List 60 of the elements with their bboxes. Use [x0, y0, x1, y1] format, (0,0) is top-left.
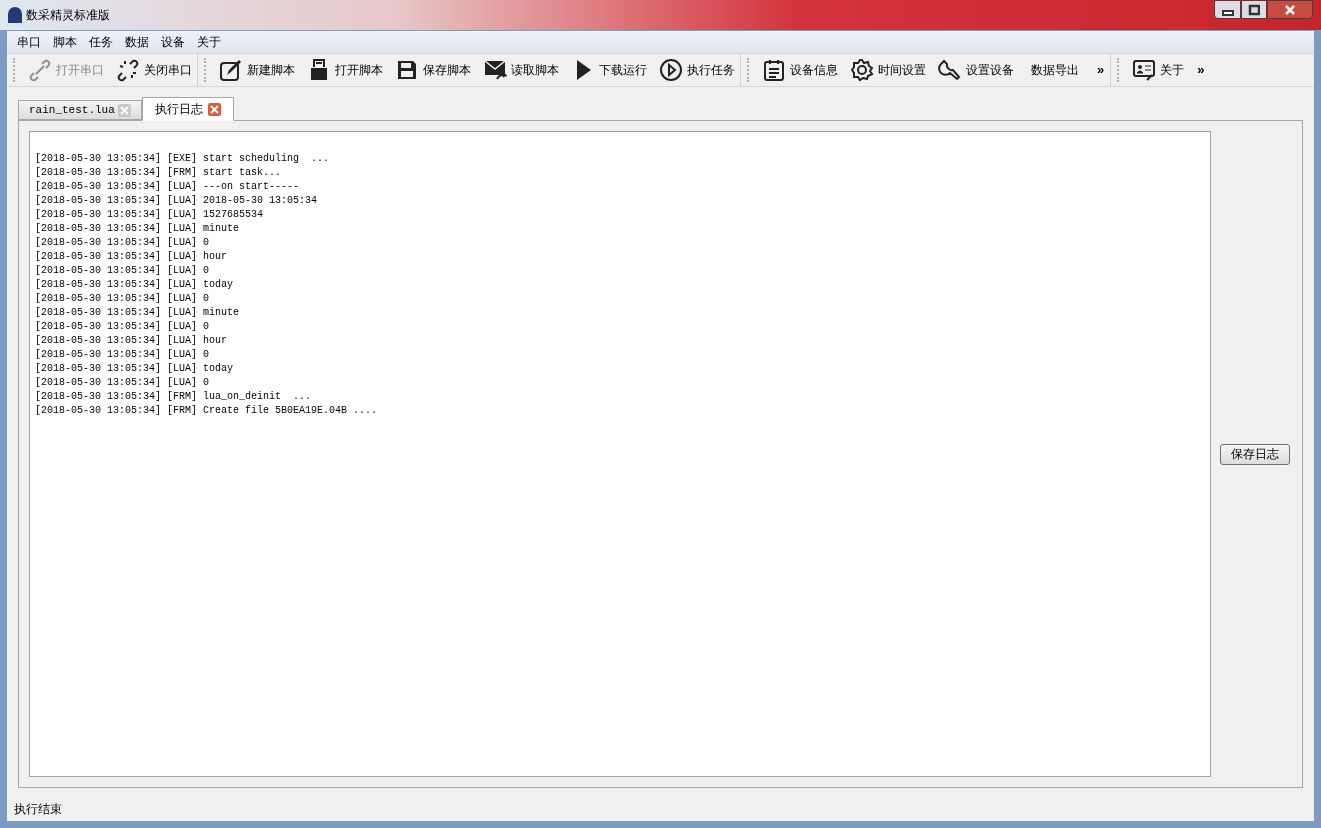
menu-item[interactable]: 关于: [191, 33, 227, 51]
toolbar-button[interactable]: 设备信息: [757, 56, 843, 84]
log-line: [2018-05-30 13:05:34] [LUA] 1527685534: [35, 208, 264, 222]
tab[interactable]: rain_test.lua: [18, 100, 142, 120]
toolbar-button[interactable]: 保存脚本: [390, 56, 476, 84]
log-line: [2018-05-30 13:05:34] [LUA] 0: [35, 376, 210, 390]
toolbar-button[interactable]: 设置设备: [933, 56, 1019, 84]
toolbar-button[interactable]: 读取脚本: [478, 56, 564, 84]
minimize-icon: [1221, 9, 1234, 16]
log-line: [2018-05-30 13:05:34] [LUA] minute: [35, 306, 240, 320]
pen-icon: [219, 58, 243, 82]
envelope-icon: [483, 58, 507, 82]
log-line: [2018-05-30 13:05:34] [LUA] 0: [35, 292, 210, 306]
tab[interactable]: 执行日志: [141, 97, 234, 121]
toolbar-button[interactable]: 数据导出: [1021, 56, 1089, 84]
menu-item[interactable]: 串口: [11, 33, 47, 51]
id-card-icon: [1132, 58, 1157, 82]
close-button[interactable]: [1267, 0, 1313, 19]
log-line: [2018-05-30 13:05:34] [LUA] 0: [35, 236, 210, 250]
maximize-icon: [1248, 3, 1260, 16]
clipboard-icon: [762, 58, 786, 82]
log-line: [2018-05-30 13:05:34] [LUA] 0: [35, 320, 210, 334]
log-line: [2018-05-30 13:05:34] [LUA] minute: [35, 222, 240, 236]
toolbar-button[interactable]: 关于: [1127, 56, 1190, 84]
log-line: [2018-05-30 13:05:34] [LUA] 0: [35, 264, 210, 278]
window-title: 数采精灵标准版: [26, 7, 110, 24]
log-line: [2018-05-30 13:05:34] [LUA] today: [35, 362, 234, 376]
link-icon: [28, 58, 52, 82]
menu-item[interactable]: 任务: [83, 33, 119, 51]
save-log-button[interactable]: 保存日志: [1219, 443, 1290, 465]
menu-item[interactable]: 设备: [155, 33, 191, 51]
menu-item[interactable]: 数据: [119, 33, 155, 51]
gear-icon: [850, 58, 874, 82]
broken-link-icon: [116, 58, 140, 82]
log-line: [2018-05-30 13:05:34] [FRM] start task...: [35, 166, 282, 180]
toolbar-button[interactable]: 关闭串口: [111, 56, 197, 84]
close-icon: [1284, 3, 1296, 16]
maximize-button[interactable]: [1241, 0, 1267, 19]
minimize-button[interactable]: [1214, 0, 1241, 19]
menu-item[interactable]: 脚本: [47, 33, 83, 51]
log-line: [2018-05-30 13:05:34] [LUA] hour: [35, 250, 228, 264]
log-line: [2018-05-30 13:05:34] [LUA] today: [35, 278, 234, 292]
close-icon[interactable]: [207, 102, 221, 116]
log-line: [2018-05-30 13:05:34] [FRM] lua_on_deinit ...: [35, 390, 312, 404]
log-line: [2018-05-30 13:05:34] [LUA] ---on start-----: [35, 180, 300, 194]
log-line: [2018-05-30 13:05:34] [LUA] hour: [35, 334, 228, 348]
status-text: 执行结束: [14, 801, 62, 818]
toolbar-button[interactable]: 执行任务: [654, 56, 740, 84]
log-line: [2018-05-30 13:05:34] [FRM] Create file 5B0EA19E.04B ....: [35, 404, 378, 418]
log-line: [2018-05-30 13:05:34] [LUA] 0: [35, 348, 210, 362]
wrench-icon: [938, 58, 962, 82]
overflow-chevron-button[interactable]: »: [1191, 60, 1211, 80]
overflow-chevron-button[interactable]: »: [1091, 60, 1111, 80]
log-line: [2018-05-30 13:05:34] [LUA] 2018-05-30 13:05:34: [35, 194, 318, 208]
toolbar-button[interactable]: 打开脚本: [302, 56, 388, 84]
toolbar-button[interactable]: 下载运行: [566, 56, 652, 84]
toolbar-button[interactable]: 新建脚本: [214, 56, 300, 84]
log-line: [2018-05-30 13:05:34] [EXE] start scheduling ...: [35, 152, 330, 166]
toolbar-button[interactable]: 时间设置: [845, 56, 931, 84]
play-circle-icon: [659, 58, 683, 82]
